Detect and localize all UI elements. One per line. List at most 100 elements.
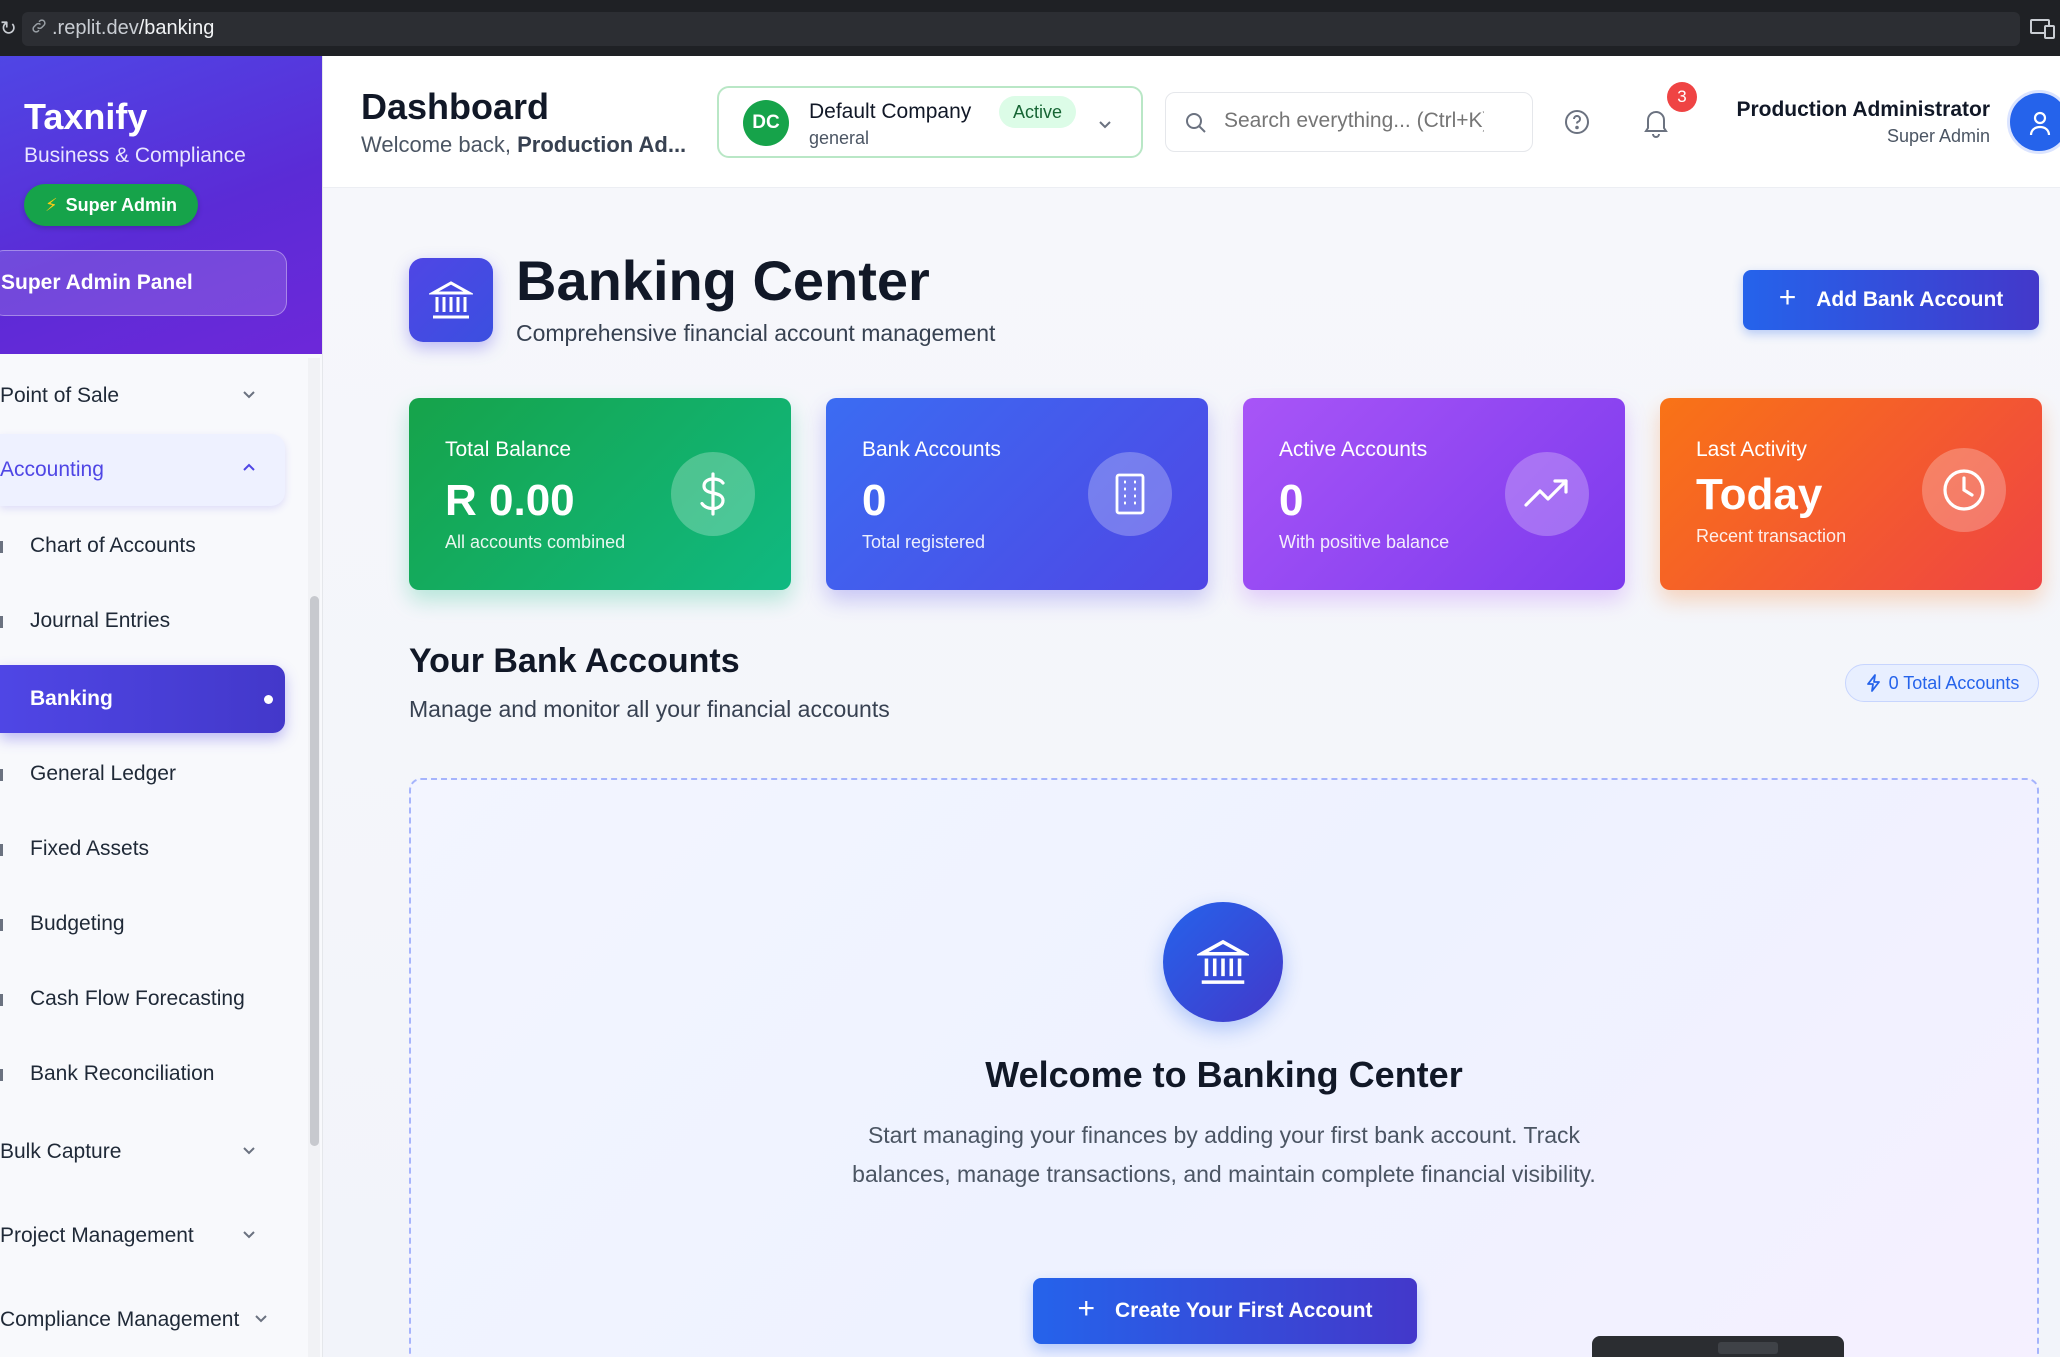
- stat-label: Bank Accounts: [862, 438, 1001, 461]
- sidebar-item-label: Chart of Accounts: [30, 534, 196, 557]
- nav-group-compliance-management[interactable]: Compliance Management: [0, 1284, 285, 1356]
- main-content: Banking Center Comprehensive financial a…: [323, 188, 2060, 1357]
- browser-bar: ↻ .replit.dev/banking: [0, 0, 2060, 56]
- sidebar-item-cash-flow-forecasting[interactable]: Cash Flow Forecasting: [0, 965, 285, 1033]
- chevron-down-icon: [243, 391, 255, 399]
- nav-group-point-of-sale[interactable]: Point of Sale: [0, 360, 285, 432]
- link-icon: [32, 19, 46, 33]
- empty-state-text: Start managing your finances by adding y…: [852, 1122, 1596, 1187]
- sidebar-item-label: Cash Flow Forecasting: [30, 987, 245, 1010]
- stat-note: Total registered: [862, 532, 986, 552]
- panel-handle[interactable]: [1718, 1342, 1778, 1354]
- bank-accounts-subheading: Manage and monitor all your financial ac…: [409, 696, 890, 722]
- chevron-down-icon: [243, 1231, 255, 1239]
- user-role: Super Admin: [1886, 126, 1990, 146]
- dollar-icon: [671, 452, 755, 536]
- nav-group-label: Accounting: [0, 458, 104, 481]
- company-selector[interactable]: DC Default Company Active general: [717, 86, 1143, 158]
- top-header: Dashboard Welcome back, Production Ad...…: [323, 56, 2060, 188]
- stat-value: 0: [862, 476, 887, 525]
- brand-name: Taxnify: [24, 96, 148, 137]
- role-badge-label: Super Admin: [65, 194, 177, 215]
- chevron-down-icon: [243, 1147, 255, 1155]
- user-avatar[interactable]: [2007, 90, 2060, 154]
- reload-icon[interactable]: ↻: [0, 16, 17, 40]
- bolt-icon: ⚡: [45, 194, 58, 215]
- nav-group-project-management[interactable]: Project Management: [0, 1200, 285, 1272]
- plus-icon: +: [1778, 281, 1797, 314]
- nav-group-bulk-capture[interactable]: Bulk Capture: [0, 1116, 285, 1188]
- stat-label: Total Balance: [445, 438, 572, 461]
- add-bank-account-button[interactable]: + Add Bank Account: [1743, 270, 2039, 330]
- search-input[interactable]: [1224, 109, 1484, 133]
- stat-card-last-activity: Last Activity Today Recent transaction: [1660, 398, 2042, 590]
- bank-accounts-heading: Your Bank Accounts: [409, 642, 740, 680]
- sidebar-item-label: Journal Entries: [30, 609, 171, 632]
- sidebar: Taxnify Business & Compliance ⚡ Super Ad…: [0, 56, 323, 1357]
- stat-card-total-balance: Total Balance R 0.00 All accounts combin…: [409, 398, 791, 590]
- sidebar-item-journal-entries[interactable]: Journal Entries: [0, 587, 285, 655]
- sidebar-item-label: Bank Reconciliation: [30, 1062, 215, 1085]
- nav-group-label: Bulk Capture: [0, 1140, 122, 1163]
- sidebar-item-general-ledger[interactable]: General Ledger: [0, 740, 285, 808]
- item-marker: [0, 994, 3, 1006]
- create-first-account-label: Create Your First Account: [1115, 1299, 1373, 1322]
- global-search[interactable]: [1165, 92, 1533, 152]
- search-icon: [1186, 113, 1206, 133]
- sidebar-scrollbar-thumb[interactable]: [310, 596, 319, 1146]
- stat-note: All accounts combined: [445, 532, 626, 552]
- item-marker: [0, 919, 3, 931]
- sidebar-item-chart-of-accounts[interactable]: Chart of Accounts: [0, 512, 285, 580]
- item-marker: [0, 616, 3, 628]
- item-marker: [0, 844, 3, 856]
- sidebar-item-bank-reconciliation[interactable]: Bank Reconciliation: [0, 1040, 285, 1108]
- devices-icon[interactable]: [2030, 18, 2056, 40]
- url-host: .replit.dev: [52, 17, 139, 39]
- stat-card-active-accounts: Active Accounts 0 With positive balance: [1243, 398, 1625, 590]
- stat-label: Active Accounts: [1279, 438, 1428, 461]
- sidebar-item-label: Fixed Assets: [30, 837, 150, 860]
- address-bar[interactable]: [22, 12, 2020, 46]
- item-marker: [0, 1069, 3, 1081]
- add-bank-account-label: Add Bank Account: [1816, 288, 2004, 311]
- plus-icon: +: [1077, 1292, 1096, 1325]
- sidebar-item-label: Banking: [30, 687, 113, 710]
- company-name: Default Company: [809, 100, 972, 123]
- sidebar-item-banking[interactable]: Banking: [0, 665, 285, 733]
- welcome-prefix: Welcome back,: [361, 132, 518, 157]
- item-marker: [0, 769, 3, 781]
- banking-center-subtitle: Comprehensive financial account manageme…: [516, 320, 996, 346]
- create-first-account-button[interactable]: + Create Your First Account: [1033, 1278, 1417, 1344]
- empty-state-panel: Welcome to Banking Center Start managing…: [409, 778, 2039, 1357]
- bolt-icon: [1866, 674, 1880, 692]
- stat-label: Last Activity: [1696, 438, 1807, 461]
- floating-panel[interactable]: [1592, 1336, 1844, 1357]
- url-text: .replit.dev/banking: [52, 17, 214, 40]
- active-dot: [264, 695, 273, 704]
- stat-value: R 0.00: [445, 476, 575, 525]
- help-icon[interactable]: [1563, 108, 1591, 136]
- total-accounts-badge: 0 Total Accounts: [1845, 664, 2039, 702]
- sidebar-item-budgeting[interactable]: Budgeting: [0, 890, 285, 958]
- role-badge: ⚡ Super Admin: [24, 184, 198, 226]
- user-name: Production Administrator: [1736, 98, 1990, 121]
- chevron-down-icon: [1099, 121, 1111, 129]
- sidebar-brand-area: Taxnify Business & Compliance ⚡ Super Ad…: [0, 56, 322, 354]
- banking-center-title: Banking Center: [516, 249, 930, 312]
- url-path: /banking: [138, 17, 215, 39]
- bank-icon: [1163, 902, 1283, 1022]
- bell-icon[interactable]: [1641, 106, 1671, 138]
- company-type: general: [809, 128, 870, 148]
- super-admin-panel-button[interactable]: Super Admin Panel: [0, 250, 287, 316]
- sidebar-item-fixed-assets[interactable]: Fixed Assets: [0, 815, 285, 883]
- sidebar-item-label: Budgeting: [30, 912, 125, 935]
- trending-up-icon: [1505, 452, 1589, 536]
- nav-group-accounting[interactable]: Accounting: [0, 434, 285, 506]
- user-icon: [2029, 111, 2051, 136]
- clock-icon: [1922, 448, 2006, 532]
- welcome-message: Welcome back, Production Ad...: [361, 132, 701, 158]
- page-title: Dashboard: [361, 86, 550, 127]
- notification-count-badge: 3: [1667, 82, 1697, 112]
- chevron-up-icon: [243, 463, 255, 471]
- stat-note: With positive balance: [1279, 532, 1450, 552]
